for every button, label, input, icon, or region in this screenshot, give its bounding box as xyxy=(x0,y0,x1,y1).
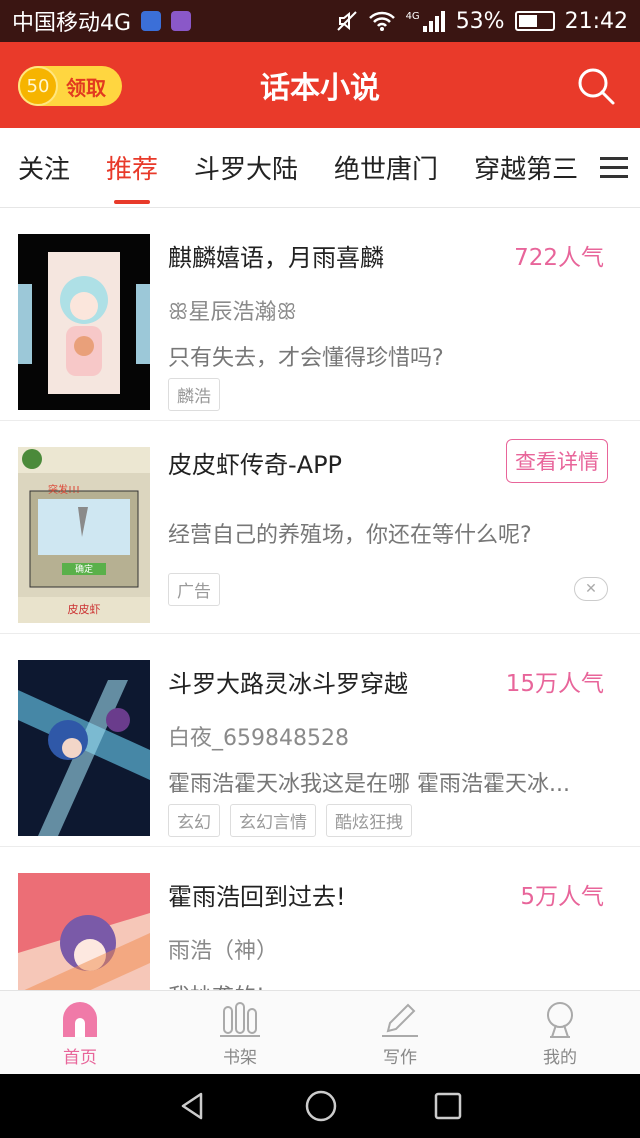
tag-list: 广告 xyxy=(168,573,220,606)
tab-tangmen[interactable]: 绝世唐门 xyxy=(316,128,456,207)
tag[interactable]: 酷炫狂拽 xyxy=(326,804,412,837)
signal-icon xyxy=(422,11,445,32)
author-name: 雨浩（神） xyxy=(168,939,279,964)
tag[interactable]: 玄幻言情 xyxy=(230,804,316,837)
claim-coins-button[interactable]: 50 领取 xyxy=(18,66,122,106)
wifi-hotspot-icon xyxy=(141,11,162,31)
tag-list: 麟浩 xyxy=(168,378,220,411)
app-header: 50 领取 话本小说 xyxy=(0,42,640,128)
nav-bookshelf[interactable]: 书架 xyxy=(160,991,320,1074)
tab-douluo[interactable]: 斗罗大陆 xyxy=(176,128,316,207)
bottom-nav: 首页 书架 写作 我的 xyxy=(0,990,640,1074)
tag-list: 玄幻 玄幻言情 酷炫狂拽 xyxy=(168,804,412,837)
ad-description: 经营自己的养殖场，你还在等什么呢? xyxy=(168,523,532,548)
battery-icon xyxy=(514,11,555,31)
coin-icon: 50 xyxy=(18,66,58,106)
menu-icon xyxy=(600,151,628,184)
close-ad-button[interactable]: ✕ xyxy=(574,577,608,601)
back-icon[interactable] xyxy=(177,1090,209,1122)
ad-item[interactable]: 确定 突发!!! 皮皮虾 皮皮虾传奇-APP 查看详情 经营自己的养殖场，你还在… xyxy=(0,421,640,634)
story-cover xyxy=(18,234,150,410)
story-title: 麒麟嬉语，月雨喜麟 xyxy=(168,244,384,272)
nav-profile[interactable]: 我的 xyxy=(480,991,640,1074)
story-description: 只有失去，才会懂得珍惜吗? xyxy=(168,346,444,371)
story-title: 霍雨浩回到过去! xyxy=(168,883,346,911)
tag[interactable]: 玄幻 xyxy=(168,804,220,837)
nav-bookshelf-label: 书架 xyxy=(223,1048,257,1068)
author-name: ꕥ星辰浩瀚ꕥ xyxy=(168,300,297,325)
story-list: 麒麟嬉语，月雨喜麟 722人气 ꕥ星辰浩瀚ꕥ 只有失去，才会懂得珍惜吗? 麟浩 … xyxy=(0,208,640,990)
battery-percent: 53% xyxy=(455,8,505,34)
wifi-icon xyxy=(368,11,395,31)
system-nav-bar xyxy=(0,1074,640,1138)
nav-home[interactable]: 首页 xyxy=(0,991,160,1074)
nav-profile-label: 我的 xyxy=(543,1048,577,1068)
story-description: 霍雨浩霍天冰我这是在哪 霍雨浩霍天冰... xyxy=(168,772,570,797)
status-bar: 中国移动4G 4G 53% 21:42 xyxy=(0,0,640,42)
carrier-label: 中国移动4G xyxy=(12,11,132,36)
claim-label: 领取 xyxy=(66,75,106,100)
app-title: 话本小说 xyxy=(260,71,380,106)
story-cover xyxy=(18,660,150,836)
tab-recommend[interactable]: 推荐 xyxy=(88,128,176,207)
story-cover xyxy=(18,873,150,990)
popularity-count: 15万人气 xyxy=(505,671,604,697)
category-tabs: 关注 推荐 斗罗大陆 绝世唐门 穿越第三 xyxy=(0,128,640,208)
popularity-count: 5万人气 xyxy=(520,884,604,910)
mute-icon xyxy=(336,11,357,31)
list-item[interactable]: 麒麟嬉语，月雨喜麟 722人气 ꕥ星辰浩瀚ꕥ 只有失去，才会懂得珍惜吗? 麟浩 xyxy=(0,208,640,421)
ad-art-button-text: 确定 xyxy=(75,563,93,575)
bookshelf-icon xyxy=(220,1002,260,1037)
list-item[interactable]: 霍雨浩回到过去! 5万人气 雨浩（神） 我抄袭的! xyxy=(0,847,640,990)
ad-cover: 确定 突发!!! 皮皮虾 xyxy=(18,447,150,623)
home-circle-icon[interactable] xyxy=(304,1089,338,1123)
tag[interactable]: 麟浩 xyxy=(168,378,220,411)
recents-icon[interactable] xyxy=(433,1091,463,1121)
ad-tag: 广告 xyxy=(168,573,220,606)
ad-art-headline: 突发!!! xyxy=(48,483,80,496)
clock: 21:42 xyxy=(564,8,628,34)
author-name: 白夜_659848528 xyxy=(168,726,349,751)
view-details-button[interactable]: 查看详情 xyxy=(506,439,608,483)
popularity-count: 722人气 xyxy=(514,245,604,271)
home-icon xyxy=(63,1002,97,1037)
gallery-icon xyxy=(171,11,192,31)
pencil-icon xyxy=(382,1003,418,1037)
nav-write[interactable]: 写作 xyxy=(320,991,480,1074)
tabs-menu-button[interactable] xyxy=(588,128,640,207)
network-type-label: 4G xyxy=(405,10,420,22)
list-item[interactable]: 斗罗大路灵冰斗罗穿越 15万人气 白夜_659848528 霍雨浩霍天冰我这是在… xyxy=(0,634,640,847)
search-icon[interactable] xyxy=(576,66,616,106)
ad-art-brand: 皮皮虾 xyxy=(68,603,101,616)
nav-home-label: 首页 xyxy=(63,1048,97,1068)
story-description: 我抄袭的! xyxy=(168,979,616,990)
nav-write-label: 写作 xyxy=(383,1048,417,1068)
story-title: 斗罗大路灵冰斗罗穿越 xyxy=(168,670,408,698)
ad-title: 皮皮虾传奇-APP xyxy=(168,451,343,479)
profile-icon xyxy=(547,1002,573,1038)
tab-chuanyue[interactable]: 穿越第三 xyxy=(456,128,596,207)
tab-follow[interactable]: 关注 xyxy=(0,128,88,207)
